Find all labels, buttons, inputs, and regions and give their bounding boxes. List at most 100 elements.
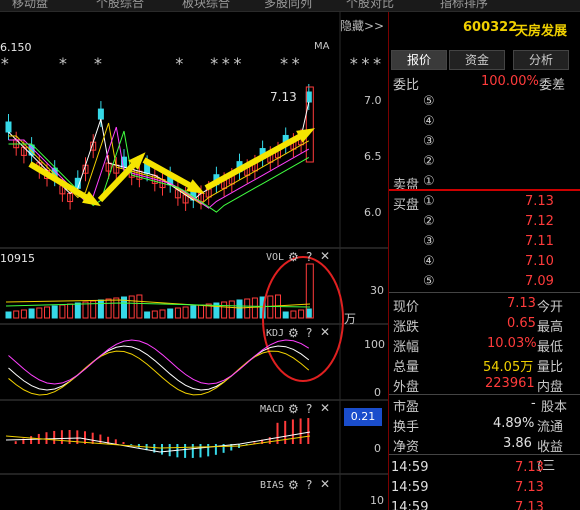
info-tabs: 报价 资金 分析 [389,50,580,70]
volume-bar [190,305,197,319]
tab-stock-compare[interactable]: 个股对比 [346,0,394,11]
quote-label2: 量比 [537,360,564,375]
webi-value: 100.00% [481,74,539,89]
quote-panel: 600322 天房发展 报价 资金 分析 委比 100.00% 委差 ⑤ ④ ③… [388,12,580,510]
close-icon[interactable]: ✕ [320,325,330,339]
buy-level-5: ⑤ [423,274,435,289]
quote-label2: 最高 [537,320,564,335]
quote-value: 54.05万 [483,360,534,375]
volume-bar [267,295,274,319]
macd-axis-tick: 0 [374,442,381,455]
gear-icon[interactable]: ⚙ [288,402,299,416]
volume-bar [282,311,289,319]
candle-body [5,121,12,133]
volume-bar [51,305,58,319]
candle-body [305,91,312,103]
ma-line [8,122,310,205]
divider [389,292,580,293]
divider [389,394,580,395]
tick-price: 7.13 [515,460,544,475]
signal-stars: * * * * *** ** *** [0,54,384,73]
tick-time: 14:59 [391,500,429,510]
kdj-axis-tick: 0 [374,386,381,399]
tab-indicator-sort[interactable]: 指标排序 [440,0,488,11]
macd-dea-line [5,435,311,449]
close-icon[interactable]: ✕ [320,249,330,263]
close-icon[interactable]: ✕ [320,477,330,491]
tick-time: 14:59 [391,460,429,475]
question-icon[interactable]: ? [306,478,312,492]
buy-level-1: ① [423,194,435,209]
gear-icon[interactable]: ⚙ [288,250,299,264]
volume-bar [113,297,120,319]
macd-dif-line [5,431,311,453]
price-axis-tick: 6.0 [364,206,382,219]
price-axis-tick: 6.5 [364,150,382,163]
tab-multi-stock[interactable]: 多股同列 [264,0,312,11]
bias-title: BIAS [260,480,285,491]
tab-mobile[interactable]: 移动盘 [12,0,48,11]
question-icon[interactable]: ? [306,402,312,416]
tab-stock-overview[interactable]: 个股综合 [96,0,144,11]
volume-bar [44,306,50,319]
volume-bar [20,309,27,319]
quote-label: 总量 [393,360,420,375]
volume-bar [198,304,204,319]
quote-label: 外盘 [393,380,420,395]
kline-chart-area[interactable]: 隐藏>> 6.150 MA * * * * *** ** *** 7.13 7.… [0,12,388,510]
kdj-title: KDJ [266,328,285,339]
quote-value: 0.65 [507,316,536,331]
volume-bar [67,303,74,319]
volume-bar [136,294,143,319]
volume-bar [5,311,12,319]
volume-bar [144,311,151,319]
quote-value: 223961 [485,376,535,391]
volume-bar [290,310,297,319]
close-icon[interactable]: ✕ [320,401,330,415]
volume-bar [236,299,243,319]
fund-label: 市盈 [393,400,420,415]
trend-arrow [204,129,310,191]
volume-bar [59,304,66,319]
stock-name: 天房发展 [515,24,568,39]
kdj-line [8,350,310,396]
tick-price: 7.13 [515,480,544,495]
buy-price-5: 7.09 [525,274,554,289]
price-readout: 6.150 [0,41,32,54]
hide-panel-button[interactable]: 隐藏>> [340,15,386,37]
volume-bar [228,300,235,319]
volume-bar [36,307,43,319]
volume-bar [159,309,166,319]
fund-label: 净资 [393,440,420,455]
tick-price: 7.13 [515,500,544,510]
vol-code: 10915 [0,252,35,265]
fund-label: 换手 [393,420,420,435]
volume-bar [221,301,228,319]
top-menu-bar: 移动盘 个股综合 板块综合 多股同列 个股对比 指标排序 [0,0,580,12]
divider [389,454,580,455]
tab-funds[interactable]: 资金 [449,50,505,70]
tab-quote[interactable]: 报价 [391,50,447,70]
gear-icon[interactable]: ⚙ [288,478,299,492]
buy-price-3: 7.11 [525,234,554,249]
candle-body [97,108,104,120]
kdj-line [8,339,310,385]
buy-level-2: ② [423,214,435,229]
gear-icon[interactable]: ⚙ [288,326,299,340]
tab-sector-overview[interactable]: 板块综合 [182,0,230,11]
question-icon[interactable]: ? [306,326,312,340]
fund-label2: 流通 [537,420,564,435]
quote-label2: 最低 [537,340,564,355]
question-icon[interactable]: ? [306,250,312,264]
buy-label: 买盘 [393,198,420,213]
volume-bar [151,310,158,319]
tab-analysis[interactable]: 分析 [513,50,569,70]
quote-label: 涨幅 [393,340,420,355]
volume-bar [13,310,20,319]
quote-label: 涨跌 [393,320,420,335]
volume-bar [28,308,35,319]
volume-bar [298,309,305,319]
volume-bar [167,308,174,319]
volume-bar [97,299,104,319]
vol-title: VOL [266,252,285,263]
